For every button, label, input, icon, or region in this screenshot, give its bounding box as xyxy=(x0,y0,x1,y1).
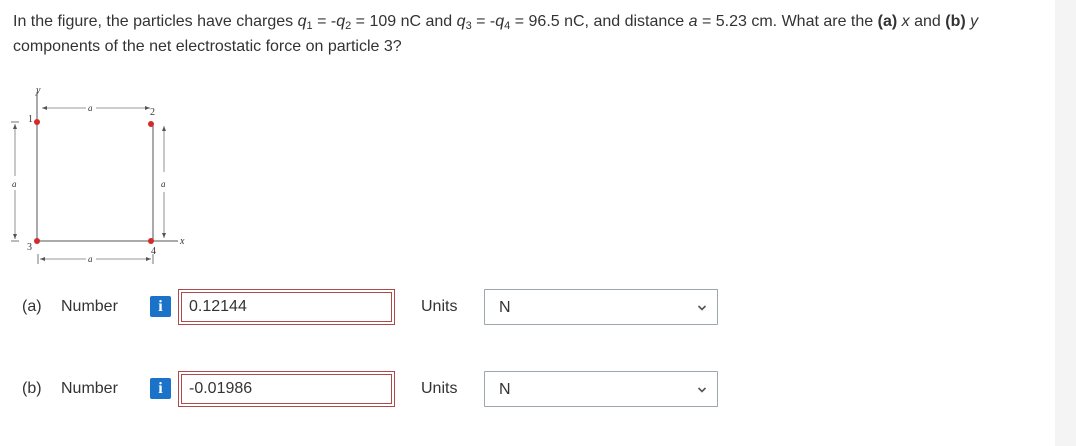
right-dim-arrow-top xyxy=(162,126,166,131)
selected-unit: N xyxy=(499,299,511,316)
particle-3-dot xyxy=(34,238,40,244)
info-icon[interactable]: i xyxy=(150,296,171,317)
figure-svg: y x a a a a 1 2 3 4 xyxy=(11,85,185,264)
particle-2-label: 2 xyxy=(150,107,155,118)
answer-a-units-select[interactable]: N xyxy=(484,289,718,325)
dim-label-right: a xyxy=(161,179,166,189)
particle-1-label: 1 xyxy=(28,114,33,125)
dim-label-bottom: a xyxy=(88,254,93,264)
part-label: (a) xyxy=(22,298,42,315)
bottom-dim-arrow-right xyxy=(146,257,151,261)
answer-a-number-input[interactable] xyxy=(178,289,395,325)
particle-2-dot xyxy=(148,121,154,127)
dim-label-left: a xyxy=(12,179,17,189)
question-text: In the figure, the particles have charge… xyxy=(13,13,979,55)
part-label: (b) xyxy=(22,380,42,397)
answer-b-units-select[interactable]: N xyxy=(484,371,718,407)
number-label: Number xyxy=(61,380,118,397)
number-label: Number xyxy=(61,298,118,315)
selected-unit: N xyxy=(499,381,511,398)
units-label: Units xyxy=(421,380,458,397)
particle-4-label: 4 xyxy=(151,246,156,257)
chevron-down-icon xyxy=(697,387,707,393)
left-dim-arrow-top xyxy=(13,124,17,129)
answer-b-number-input[interactable] xyxy=(178,371,395,407)
charge-square-figure: y x a a a a 1 2 3 4 xyxy=(0,84,200,274)
bottom-dim-arrow-left xyxy=(40,257,45,261)
dim-label-top: a xyxy=(88,103,93,113)
chevron-down-icon xyxy=(697,305,707,311)
x-axis-label: x xyxy=(179,236,185,247)
y-axis-label: y xyxy=(35,85,41,96)
top-dim-arrow-left xyxy=(42,106,47,110)
units-label: Units xyxy=(421,298,458,315)
particle-1-dot xyxy=(34,119,40,125)
particle-4-dot xyxy=(148,238,154,244)
info-icon[interactable]: i xyxy=(150,378,171,399)
right-scroll-strip xyxy=(1055,0,1076,446)
particle-3-label: 3 xyxy=(27,242,32,253)
left-dim-arrow-bottom xyxy=(13,234,17,239)
right-dim-arrow-bottom xyxy=(162,233,166,238)
